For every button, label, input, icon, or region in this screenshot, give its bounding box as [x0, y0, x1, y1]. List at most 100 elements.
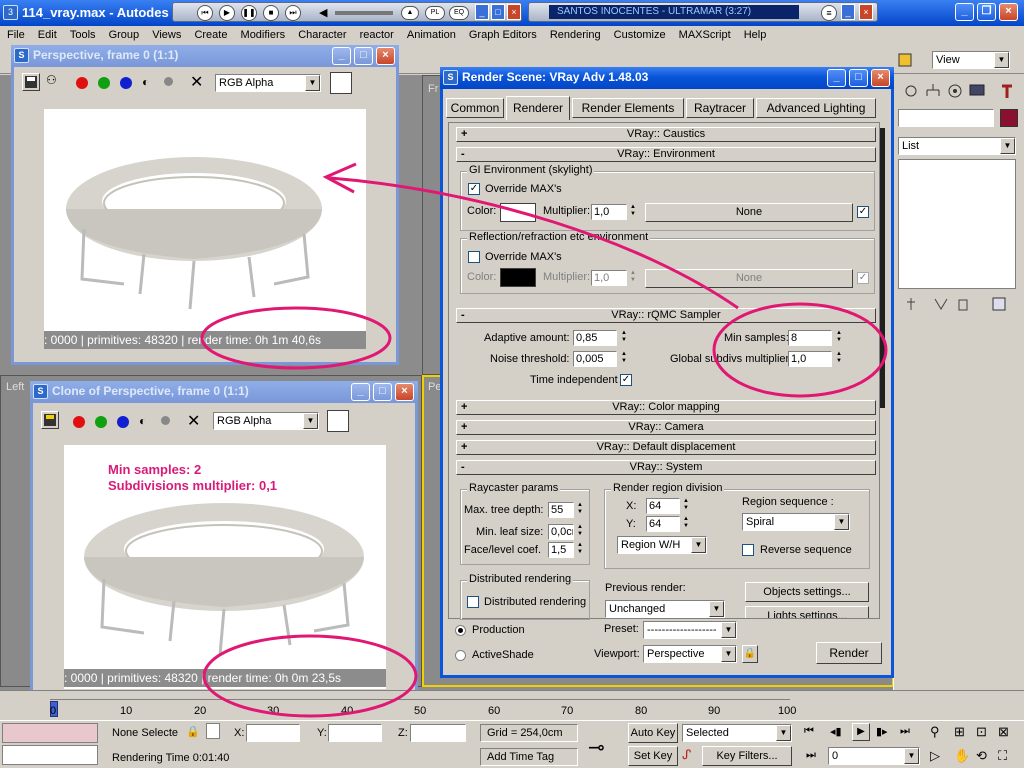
maxscript-listener-white[interactable]: [2, 745, 98, 765]
zoom-all-icon[interactable]: ⊞: [954, 724, 965, 740]
maximize-viewport-icon[interactable]: ⛶: [998, 748, 1007, 764]
region-wh-select[interactable]: Region W/H ▼: [617, 536, 707, 554]
current-frame-field[interactable]: 0 ▼: [828, 747, 920, 765]
spinner-arrows-icon[interactable]: ▲ ▼: [834, 351, 844, 367]
key-icon[interactable]: ⊸: [588, 735, 605, 760]
menu-views[interactable]: Views: [147, 27, 186, 43]
adaptive-amount-spinner[interactable]: 0,85 ▲ ▼: [573, 330, 631, 346]
region-x-spinner[interactable]: 64 ▲ ▼: [646, 498, 692, 514]
min-samples-spinner[interactable]: 8 ▲ ▼: [788, 330, 846, 346]
zoom-icon[interactable]: ⚲: [930, 724, 940, 740]
menu-tools[interactable]: Tools: [65, 27, 101, 43]
media-menu-icon[interactable]: ≡: [821, 5, 837, 21]
save-icon[interactable]: [41, 411, 59, 429]
distributed-rendering-checkbox[interactable]: [467, 596, 479, 608]
zoom-extents-all-icon[interactable]: ⊠: [998, 724, 1009, 740]
display-tab-icon[interactable]: [968, 82, 986, 100]
media-stop-icon[interactable]: ■: [263, 5, 279, 21]
hierarchy-tab-icon[interactable]: [924, 82, 942, 100]
refl-multiplier-spinner[interactable]: 1,0 ▲ ▼: [591, 270, 639, 286]
red-channel-icon[interactable]: [76, 77, 88, 89]
gi-map-checkbox[interactable]: ✓: [857, 206, 869, 218]
show-end-result-icon[interactable]: [932, 295, 950, 313]
spinner-arrows-icon[interactable]: ▲ ▼: [628, 270, 638, 286]
frame1-channel-select[interactable]: RGB Alpha ▼: [215, 74, 321, 92]
tab-advanced-lighting[interactable]: Advanced Lighting: [756, 98, 876, 118]
maxscript-listener-pink[interactable]: [2, 723, 98, 743]
spinner-arrows-icon[interactable]: ▲ ▼: [681, 516, 691, 532]
frame2-color-swatch[interactable]: [327, 410, 349, 432]
create-tab-icon[interactable]: [902, 82, 920, 100]
clear-icon[interactable]: ✕: [187, 411, 200, 431]
pan-icon[interactable]: ✋: [954, 748, 970, 764]
key-mode-toggle-icon[interactable]: ⏭: [806, 749, 816, 762]
save-icon[interactable]: [22, 73, 40, 91]
rollout-rqmc-sampler[interactable]: - VRay:: rQMC Sampler: [456, 308, 876, 323]
lock-icon[interactable]: 🔒: [742, 645, 758, 663]
tab-renderer[interactable]: Renderer: [506, 96, 570, 120]
spinner-arrows-icon[interactable]: ▲ ▼: [681, 498, 691, 514]
render-maximize-button[interactable]: □: [849, 69, 868, 87]
absolute-mode-icon[interactable]: [206, 723, 220, 739]
activeshade-radio[interactable]: [455, 650, 466, 661]
panel-scrollbar[interactable]: [880, 128, 885, 408]
menu-reactor[interactable]: reactor: [355, 27, 399, 43]
pin-stack-icon[interactable]: [902, 295, 920, 313]
object-name-field[interactable]: [898, 109, 994, 127]
tab-common[interactable]: Common: [446, 98, 504, 118]
go-to-end-icon[interactable]: ⏭: [900, 725, 910, 738]
x-coordinate-field[interactable]: [246, 724, 300, 742]
menu-help[interactable]: Help: [739, 27, 772, 43]
frame2-render-canvas[interactable]: Min samples: 2 Subdivisions multiplier: …: [64, 445, 386, 689]
remove-modifier-icon[interactable]: [954, 295, 972, 313]
object-color-swatch[interactable]: [1000, 109, 1018, 127]
face-level-spinner[interactable]: 1,5 ▲ ▼: [548, 542, 586, 558]
play-icon[interactable]: ▶: [852, 723, 870, 741]
frame1-minimize-button[interactable]: _: [332, 47, 351, 65]
configure-modifier-sets-icon[interactable]: [990, 295, 1008, 313]
blue-channel-icon[interactable]: [120, 77, 132, 89]
y-coordinate-field[interactable]: [328, 724, 382, 742]
blue-channel-icon[interactable]: [117, 416, 129, 428]
frame1-maximize-button[interactable]: □: [354, 47, 373, 65]
volume-icon[interactable]: ◀: [319, 6, 327, 19]
volume-slider[interactable]: [335, 11, 393, 15]
rollout-camera[interactable]: + VRay:: Camera: [456, 420, 876, 435]
gi-none-button[interactable]: None: [645, 203, 853, 222]
menu-file[interactable]: File: [2, 27, 30, 43]
render-button[interactable]: Render: [816, 642, 882, 664]
go-to-start-icon[interactable]: ⏮: [804, 725, 814, 738]
spinner-arrows-icon[interactable]: ▲ ▼: [575, 542, 585, 558]
menu-character[interactable]: Character: [293, 27, 351, 43]
app-close-button[interactable]: ×: [999, 3, 1018, 21]
media-max-button[interactable]: □: [491, 4, 505, 20]
utilities-tab-icon[interactable]: [998, 82, 1016, 100]
spinner-arrows-icon[interactable]: ▲ ▼: [619, 330, 629, 346]
media-next-icon[interactable]: ⏭: [285, 5, 301, 21]
mono-icon[interactable]: [161, 416, 170, 425]
viewport-select[interactable]: Perspective ▼: [643, 645, 737, 663]
refl-map-checkbox[interactable]: ✓: [857, 272, 869, 284]
preset-select[interactable]: ------------------- ▼: [643, 621, 737, 639]
media2-close-button[interactable]: ×: [859, 4, 873, 20]
previous-render-select[interactable]: Unchanged ▼: [605, 600, 725, 618]
eq-button[interactable]: EQ: [449, 6, 469, 20]
menu-create[interactable]: Create: [189, 27, 232, 43]
frame1-color-swatch[interactable]: [330, 72, 352, 94]
refl-color-swatch[interactable]: [500, 268, 536, 287]
next-frame-icon[interactable]: ▮▸: [876, 725, 888, 738]
frame2-minimize-button[interactable]: _: [351, 383, 370, 401]
max-tree-depth-spinner[interactable]: 55 ▲ ▼: [548, 502, 586, 518]
media-pause-icon[interactable]: ❚❚: [241, 5, 257, 21]
refl-none-button[interactable]: None: [645, 269, 853, 288]
alpha-channel-icon[interactable]: ◐: [139, 414, 146, 428]
app-minimize-button[interactable]: _: [955, 3, 974, 21]
selection-lock-icon[interactable]: 🔒: [186, 725, 200, 738]
orbit-icon[interactable]: ⟲: [976, 748, 987, 764]
auto-key-button[interactable]: Auto Key: [628, 723, 678, 743]
media2-min-button[interactable]: _: [841, 4, 855, 20]
spinner-arrows-icon[interactable]: ▲ ▼: [619, 351, 629, 367]
media-close-button[interactable]: ×: [507, 4, 521, 20]
alpha-channel-icon[interactable]: ◐: [142, 75, 149, 89]
eject-icon[interactable]: ▲: [401, 6, 419, 20]
